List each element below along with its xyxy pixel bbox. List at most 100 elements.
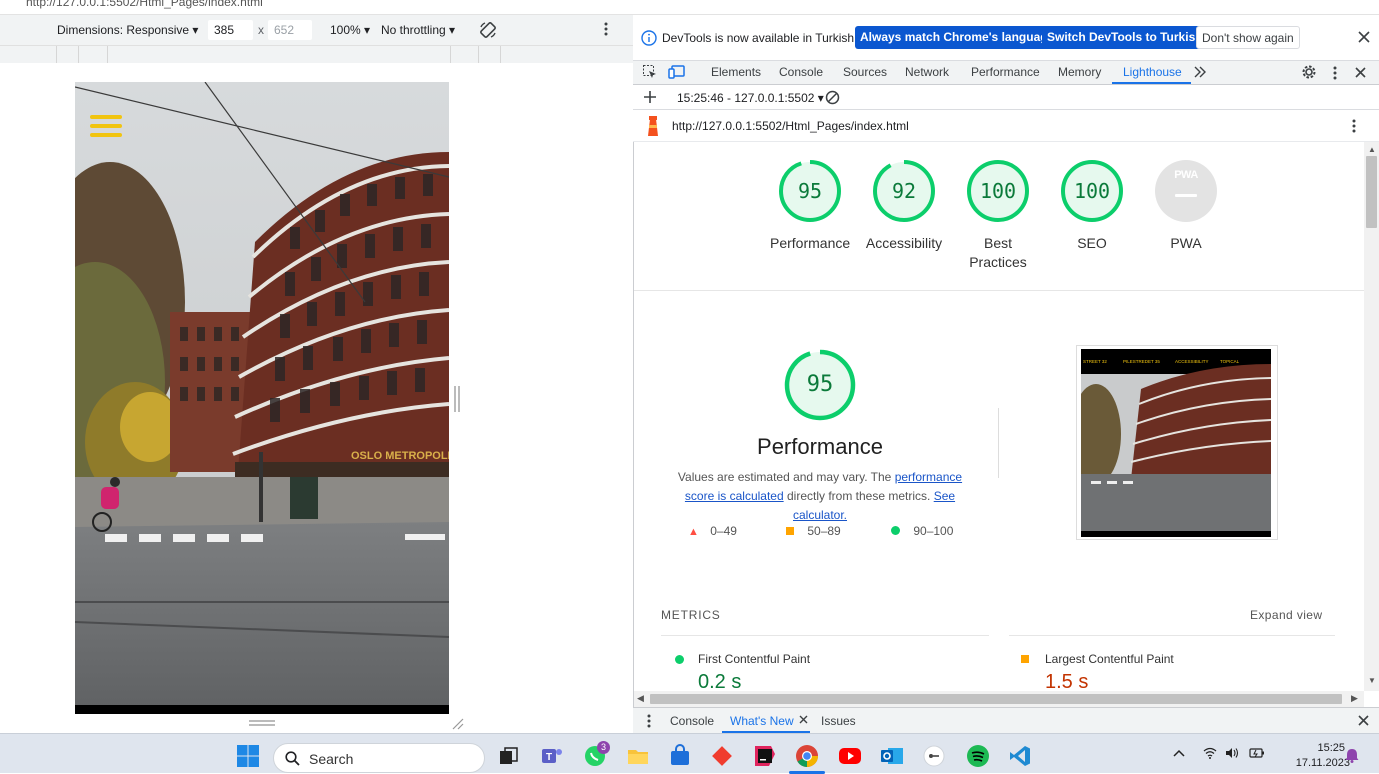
pwa-badge-text: PWA xyxy=(1174,169,1198,181)
customize-devtools-icon[interactable] xyxy=(1333,66,1337,80)
device-bottom-bar xyxy=(75,705,449,714)
drawer-menu-icon[interactable] xyxy=(647,714,651,728)
youtube-icon[interactable] xyxy=(838,744,864,770)
gauge-best-practices[interactable]: 100 Best Practices xyxy=(958,159,1038,272)
wifi-icon[interactable] xyxy=(1203,747,1217,759)
clock-time[interactable]: 15:25 xyxy=(1317,742,1345,754)
rotate-icon[interactable] xyxy=(479,21,497,39)
thumb-nav-item: ACCESSIBILITY xyxy=(1175,359,1209,364)
performance-main-gauge: 95 xyxy=(784,349,856,421)
tab-memory[interactable]: Memory xyxy=(1058,65,1101,79)
report-menu-icon[interactable] xyxy=(1352,119,1356,133)
git-diamond-icon[interactable] xyxy=(710,744,736,770)
chrome-icon[interactable] xyxy=(795,744,821,770)
expand-view-toggle[interactable]: Expand view xyxy=(1250,608,1322,622)
score-ring: 92 xyxy=(872,159,936,223)
dropdown-arrow-icon: ▾ xyxy=(192,23,199,37)
tab-console[interactable]: Console xyxy=(779,65,823,79)
browser-top-strip: http://127.0.0.1:5502/Html_Pages/index.h… xyxy=(0,0,1379,15)
clock-date[interactable]: 17.11.2023 xyxy=(1296,757,1350,769)
close-drawer-icon[interactable] xyxy=(1358,715,1369,726)
lighthouse-toolbar: 15:25:46 - 127.0.0.1:5502 ▾ xyxy=(633,85,1379,110)
settings-gear-icon[interactable] xyxy=(1301,64,1317,80)
gauge-accessibility[interactable]: 92 Accessibility xyxy=(864,159,944,253)
scroll-down-arrow-icon[interactable]: ▼ xyxy=(1368,676,1376,685)
drawer-tab-console[interactable]: Console xyxy=(670,714,714,728)
scroll-right-arrow-icon[interactable]: ▶ xyxy=(1351,693,1358,704)
gauge-label: Performance xyxy=(770,235,851,251)
close-icon[interactable] xyxy=(1358,31,1370,43)
close-tab-icon[interactable] xyxy=(799,715,808,724)
scroll-up-arrow-icon[interactable]: ▲ xyxy=(1368,145,1376,154)
dimensions-dropdown[interactable]: Dimensions: Responsive ▾ xyxy=(57,23,198,37)
gauge-seo[interactable]: 100 SEO xyxy=(1052,159,1132,253)
vscode-icon[interactable] xyxy=(1008,744,1034,770)
drawer-tab-whats-new[interactable]: What's New xyxy=(730,714,794,728)
store-icon[interactable] xyxy=(668,744,694,770)
dropdown-arrow-icon: ▾ xyxy=(817,91,824,105)
gauge-performance[interactable]: 95 Performance xyxy=(770,159,850,253)
metrics-title: METRICS xyxy=(661,608,721,622)
inspect-element-icon[interactable] xyxy=(642,64,658,80)
more-options-icon[interactable] xyxy=(604,22,608,36)
always-match-language-button[interactable]: Always match Chrome's language xyxy=(855,26,1060,49)
gauge-pwa[interactable]: PWA PWA xyxy=(1146,159,1226,253)
tab-elements[interactable]: Elements xyxy=(711,65,761,79)
more-tabs-chevron-icon[interactable] xyxy=(1194,66,1206,78)
notification-bell-icon[interactable] xyxy=(1345,748,1359,763)
app-circle-icon[interactable] xyxy=(922,744,948,770)
thumb-nav-item: TOPICAL xyxy=(1220,359,1240,364)
height-input[interactable]: 652 xyxy=(268,20,312,40)
resize-handle-right[interactable] xyxy=(454,386,460,412)
resize-handle-bottom[interactable] xyxy=(249,720,275,726)
dimension-times: x xyxy=(258,23,264,37)
show-hidden-icons-chevron[interactable] xyxy=(1173,749,1185,757)
drawer-tab-issues[interactable]: Issues xyxy=(821,714,856,728)
report-selector[interactable]: 15:25:46 - 127.0.0.1:5502 ▾ xyxy=(677,91,824,105)
gauge-label: Best Practices xyxy=(969,235,1027,270)
dont-show-again-button[interactable]: Don't show again xyxy=(1196,26,1300,49)
gauge-score: 100 xyxy=(979,179,1017,203)
spotify-icon[interactable] xyxy=(966,744,992,770)
active-tab-indicator xyxy=(1112,82,1191,84)
throttling-dropdown[interactable]: No throttling ▾ xyxy=(381,23,455,37)
clear-reports-icon[interactable] xyxy=(825,90,840,105)
lighthouse-url-bar: http://127.0.0.1:5502/Html_Pages/index.h… xyxy=(633,110,1379,142)
square-icon xyxy=(786,527,794,535)
hamburger-menu-icon[interactable] xyxy=(90,115,122,137)
tab-performance[interactable]: Performance xyxy=(971,65,1040,79)
tab-lighthouse[interactable]: Lighthouse xyxy=(1123,65,1182,79)
tab-sources[interactable]: Sources xyxy=(843,65,887,79)
address-bar-text[interactable]: http://127.0.0.1:5502/Html_Pages/index.h… xyxy=(26,0,263,9)
task-view-icon[interactable] xyxy=(496,744,522,770)
triangle-icon: ▲ xyxy=(688,526,699,538)
resize-corner-icon[interactable] xyxy=(452,718,464,730)
close-devtools-icon[interactable] xyxy=(1355,67,1366,78)
zoom-dropdown[interactable]: 100% ▾ xyxy=(330,23,370,37)
file-explorer-icon[interactable] xyxy=(626,744,652,770)
tab-network[interactable]: Network xyxy=(905,65,949,79)
vertical-divider xyxy=(998,408,999,478)
thumb-nav-item: PILESTREDET 35 xyxy=(1123,359,1160,364)
jetbrains-icon[interactable] xyxy=(753,744,779,770)
teams-icon[interactable]: T xyxy=(540,744,566,770)
volume-icon[interactable] xyxy=(1225,747,1239,759)
final-screenshot-thumbnail[interactable]: STREET 32 PILESTREDET 35 ACCESSIBILITY T… xyxy=(1076,345,1278,540)
scroll-left-arrow-icon[interactable]: ◀ xyxy=(637,693,644,704)
average-square-icon xyxy=(1021,655,1029,663)
battery-icon[interactable] xyxy=(1249,747,1265,759)
new-report-plus-icon[interactable] xyxy=(643,90,657,104)
windows-start-icon[interactable] xyxy=(236,744,262,770)
width-input[interactable]: 385 xyxy=(208,20,253,40)
metric-name-fcp: First Contentful Paint xyxy=(698,652,811,666)
outlook-icon[interactable] xyxy=(880,744,906,770)
device-toolbar-toggle-icon[interactable] xyxy=(668,64,686,80)
horizontal-scrollbar-thumb[interactable] xyxy=(650,694,1342,704)
media-query-ruler[interactable] xyxy=(0,45,633,64)
vertical-scrollbar-thumb[interactable] xyxy=(1366,156,1377,228)
switch-to-turkish-button[interactable]: Switch DevTools to Turkish xyxy=(1042,26,1208,49)
taskbar-search[interactable]: Search xyxy=(273,743,485,773)
search-placeholder: Search xyxy=(309,751,354,767)
dropdown-arrow-icon: ▾ xyxy=(449,23,456,37)
metrics-divider xyxy=(661,635,989,636)
